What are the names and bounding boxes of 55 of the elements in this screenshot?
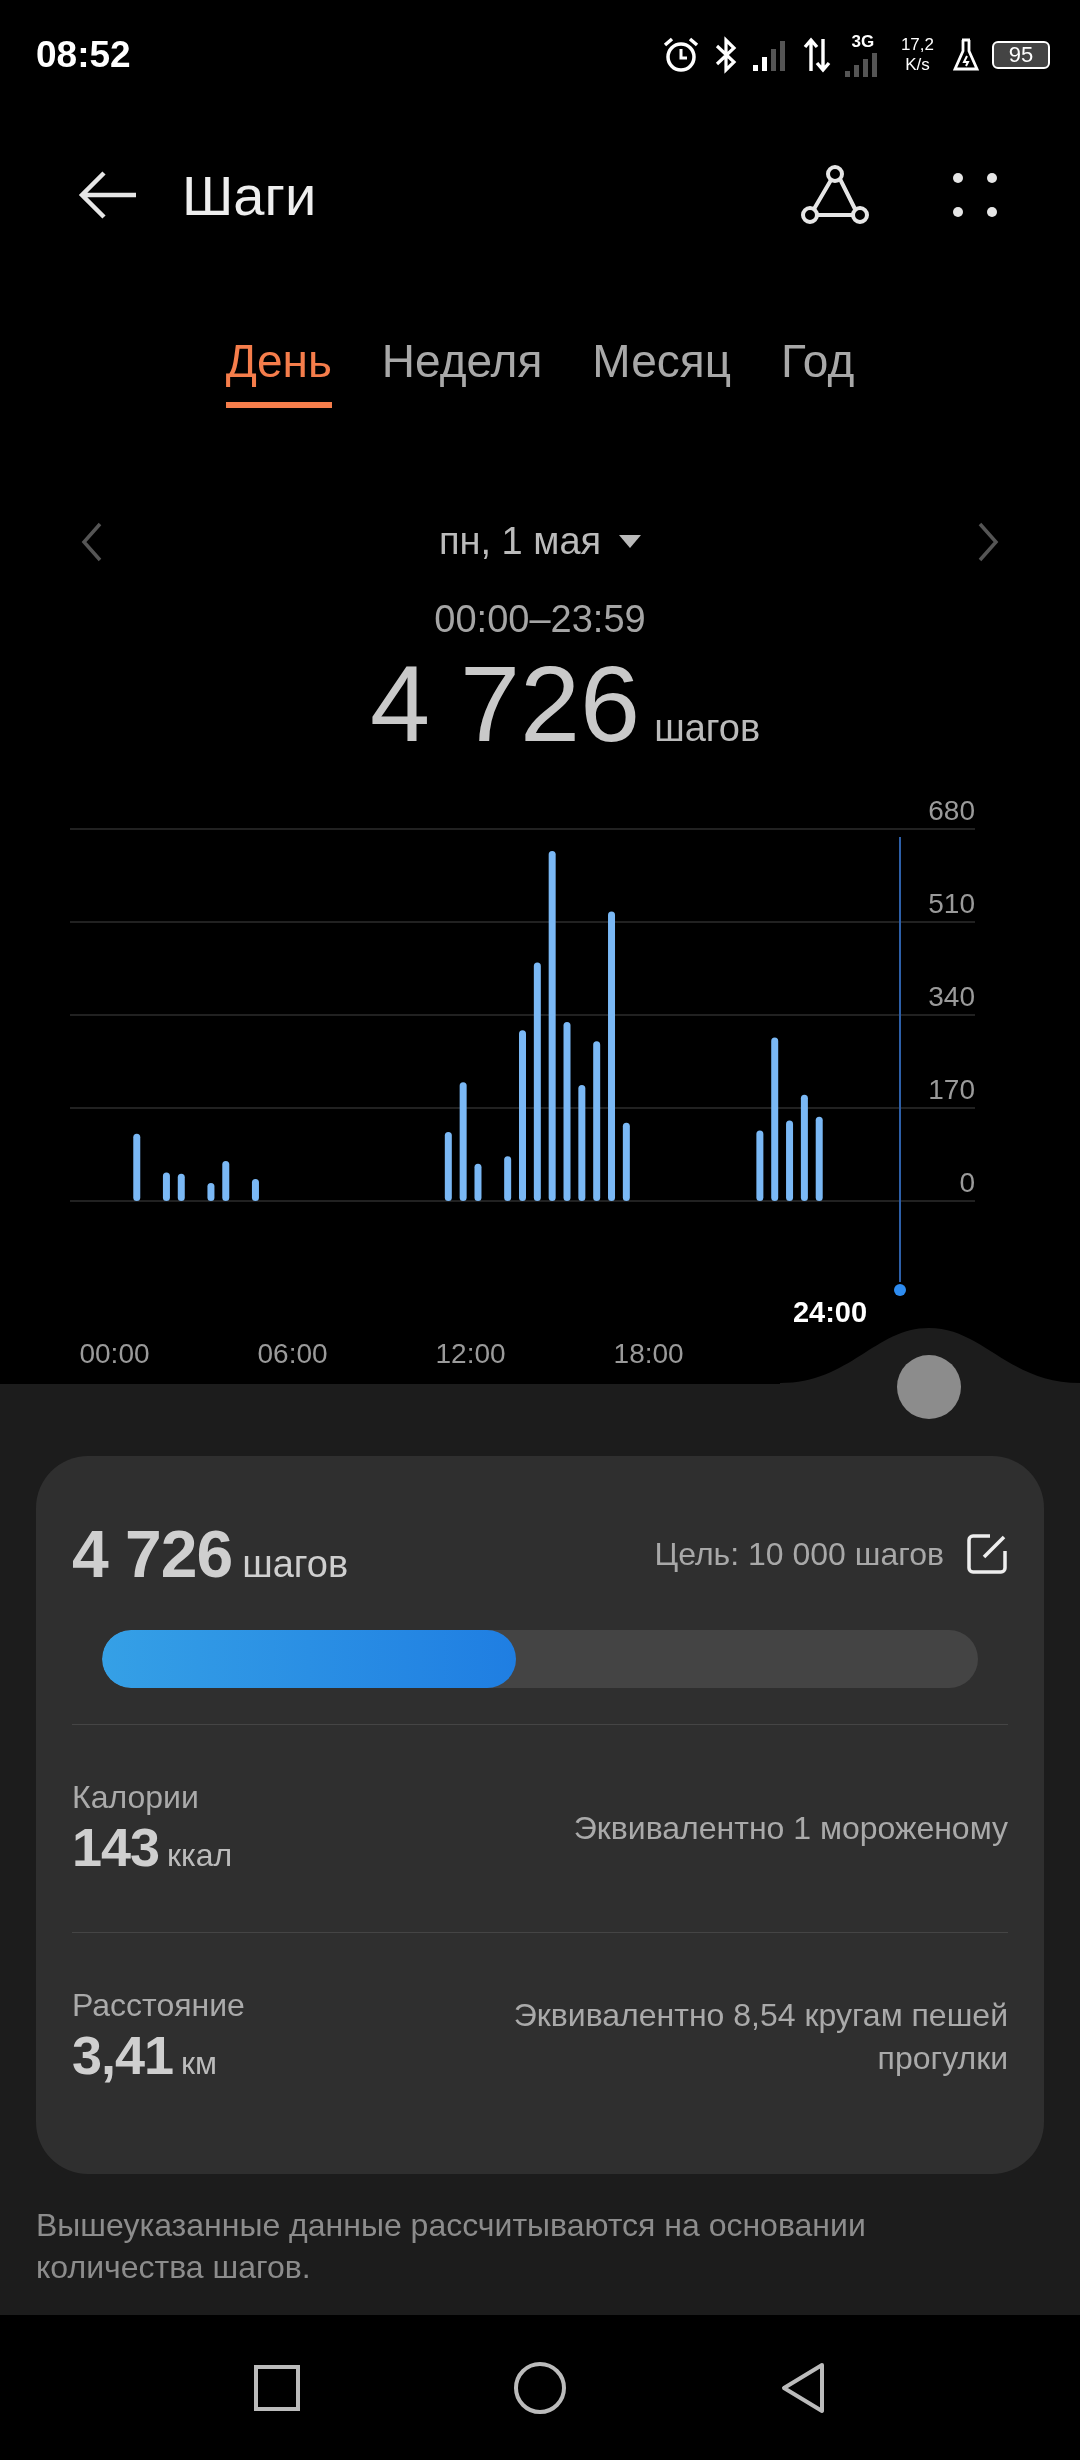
y-tick-label: 0 (959, 1167, 975, 1198)
metric-label: Калории (72, 1779, 200, 1816)
step-bar (177, 1173, 185, 1201)
caret-icon[interactable] (619, 534, 642, 549)
period-tab[interactable]: Неделя (381, 322, 543, 408)
home-icon[interactable] (512, 2359, 568, 2416)
y-tick-label: 340 (928, 981, 975, 1012)
x-tick-label: 12:00 (435, 1338, 506, 1369)
speed-unit: K/s (905, 55, 930, 75)
y-tick-label: 680 (928, 795, 975, 826)
metric-equivalent: Эквивалентно 1 мороженому (573, 1809, 1008, 1848)
cursor-dot (894, 1284, 906, 1296)
data-arrows-icon (802, 35, 831, 75)
route-icon[interactable] (800, 164, 870, 226)
more-icon[interactable] (950, 170, 1000, 220)
step-bar (162, 1172, 170, 1201)
period-tab[interactable]: Год (781, 322, 855, 408)
step-bar (251, 1179, 259, 1201)
y-tick-label: 510 (928, 888, 975, 919)
steps-unit: шагов (242, 1543, 349, 1586)
step-bar (222, 1161, 230, 1201)
period-tab[interactable]: Месяц (592, 322, 731, 408)
network-type: 3G (851, 33, 875, 51)
recents-icon[interactable] (252, 2362, 302, 2413)
steps-unit: шагов (654, 707, 761, 750)
x-tick-label: 18:00 (613, 1338, 684, 1369)
step-bar (756, 1130, 764, 1201)
page-title: Шаги (182, 162, 317, 228)
time-range: 00:00–23:59 (433, 597, 647, 642)
edit-icon[interactable] (966, 1533, 1008, 1575)
footnote: Вышеуказанные данные рассчитываются на основании количества шагов. (36, 2206, 867, 2287)
metric-equivalent: Эквивалентно 8,54 кругам пешей прогулки (512, 1995, 1008, 2078)
x-tick-label: 06:00 (257, 1338, 328, 1369)
y-tick-label: 170 (928, 1074, 975, 1105)
network-speed: 17,2 (900, 35, 934, 55)
total-steps: 4 726 (369, 649, 641, 759)
step-bar (133, 1133, 141, 1201)
steps-count: 4 726 (72, 1516, 233, 1592)
metric-value: 3,41 (72, 2024, 174, 2086)
metric-label: Расстояние (72, 1987, 245, 2024)
step-bar (474, 1163, 482, 1201)
x-tick-label: 00:00 (79, 1338, 150, 1369)
step-bar (444, 1132, 452, 1201)
period-tab[interactable]: День (225, 322, 332, 408)
date-label[interactable]: пн, 1 мая (438, 520, 602, 563)
goal-label: Цель: 10 000 шагов (654, 1535, 944, 1573)
metric-value: 143 (72, 1816, 160, 1878)
metric-unit: км (181, 2045, 218, 2082)
cursor-time: 24:00 (792, 1296, 868, 1328)
metric-unit: ккал (167, 1837, 233, 1874)
status-time: 08:52 (36, 34, 131, 76)
flask-icon (952, 37, 980, 73)
step-bar (504, 1156, 512, 1201)
step-bar (207, 1182, 215, 1201)
battery-icon: 95 (992, 41, 1050, 69)
